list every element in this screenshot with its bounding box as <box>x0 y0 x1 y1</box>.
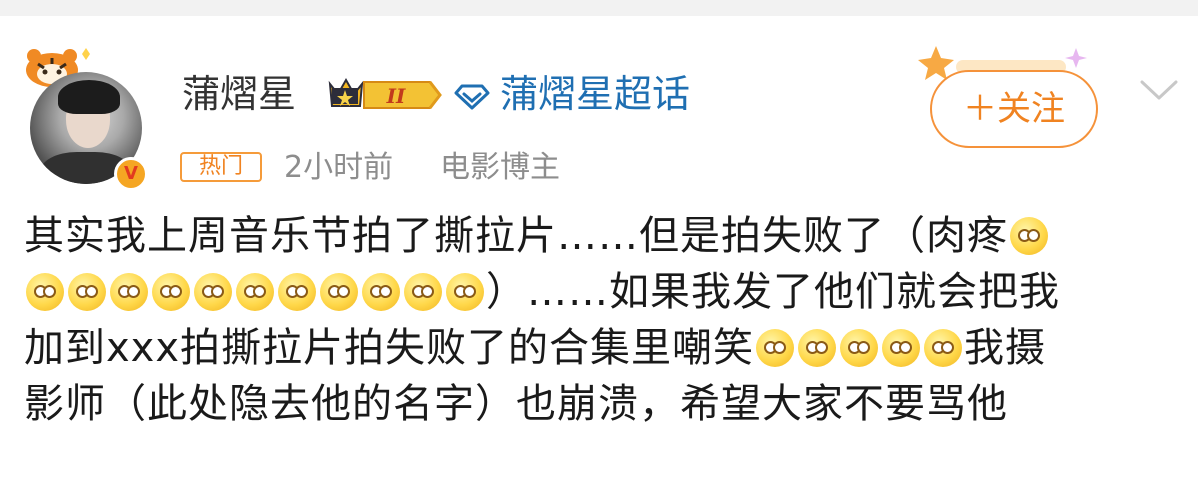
allow-emoji-icon <box>110 273 148 311</box>
allow-emoji-icon <box>882 329 921 367</box>
post-text-segment: ）……如果我发了他们就会把我 <box>486 269 1060 315</box>
allow-emoji-icon <box>320 273 358 311</box>
post-line-1: 其实我上周音乐节拍了撕拉片……但是拍失败了（肉疼 <box>24 208 1184 264</box>
post-time: 2小时前 <box>284 150 394 185</box>
post-line-4: 影师（此处隐去他的名字）也崩溃，希望大家不要骂他 <box>24 376 1184 432</box>
post-text-segment: 加到xxx拍撕拉片拍失败了的合集里嘲笑 <box>24 325 755 371</box>
post-body: 其实我上周音乐节拍了撕拉片……但是拍失败了（肉疼 ）……如果我发了他们就会把我 … <box>24 208 1184 432</box>
allow-emoji-icon <box>68 273 106 311</box>
post-text-segment: 影师（此处隐去他的名字）也崩溃，希望大家不要骂他 <box>24 381 1008 427</box>
diamond-topic-icon <box>454 84 490 110</box>
allow-emoji-icon <box>362 273 400 311</box>
allow-emoji-icon <box>26 273 64 311</box>
allow-emoji-icon <box>840 329 879 367</box>
avatar-hair-shape <box>58 80 120 114</box>
allow-emoji-icon <box>1010 217 1048 255</box>
allow-emoji-icon <box>404 273 442 311</box>
username[interactable]: 蒲熠星 <box>182 70 296 118</box>
supertopic-link[interactable]: 蒲熠星超话 <box>500 70 690 118</box>
level-badge-text: II <box>386 84 406 108</box>
allow-emoji-icon <box>152 273 190 311</box>
allow-emoji-icon <box>798 329 837 367</box>
avatar-container[interactable]: V <box>18 44 148 191</box>
allow-emoji-icon <box>924 329 963 367</box>
follow-button[interactable]: ＋关注 <box>930 70 1098 148</box>
post-line-2: ）……如果我发了他们就会把我 <box>24 264 1184 320</box>
allow-emoji-icon <box>756 329 795 367</box>
allow-emoji-icon <box>446 273 484 311</box>
top-divider-bar <box>0 0 1198 16</box>
chevron-down-icon[interactable] <box>1138 74 1180 104</box>
post-text-segment: 其实我上周音乐节拍了撕拉片……但是拍失败了（肉疼 <box>24 213 1008 259</box>
post-text-segment: 我摄 <box>964 325 1047 371</box>
allow-emoji-icon <box>278 273 316 311</box>
verified-badge-icon: V <box>114 157 148 191</box>
allow-emoji-icon <box>194 273 232 311</box>
hot-tag-badge: 热门 <box>180 152 262 182</box>
post-line-3: 加到xxx拍撕拉片拍失败了的合集里嘲笑 我摄 <box>24 320 1184 376</box>
level-crown-badge-icon[interactable]: II <box>326 74 444 116</box>
allow-emoji-icon <box>236 273 274 311</box>
user-role-label: 电影博主 <box>440 150 560 185</box>
